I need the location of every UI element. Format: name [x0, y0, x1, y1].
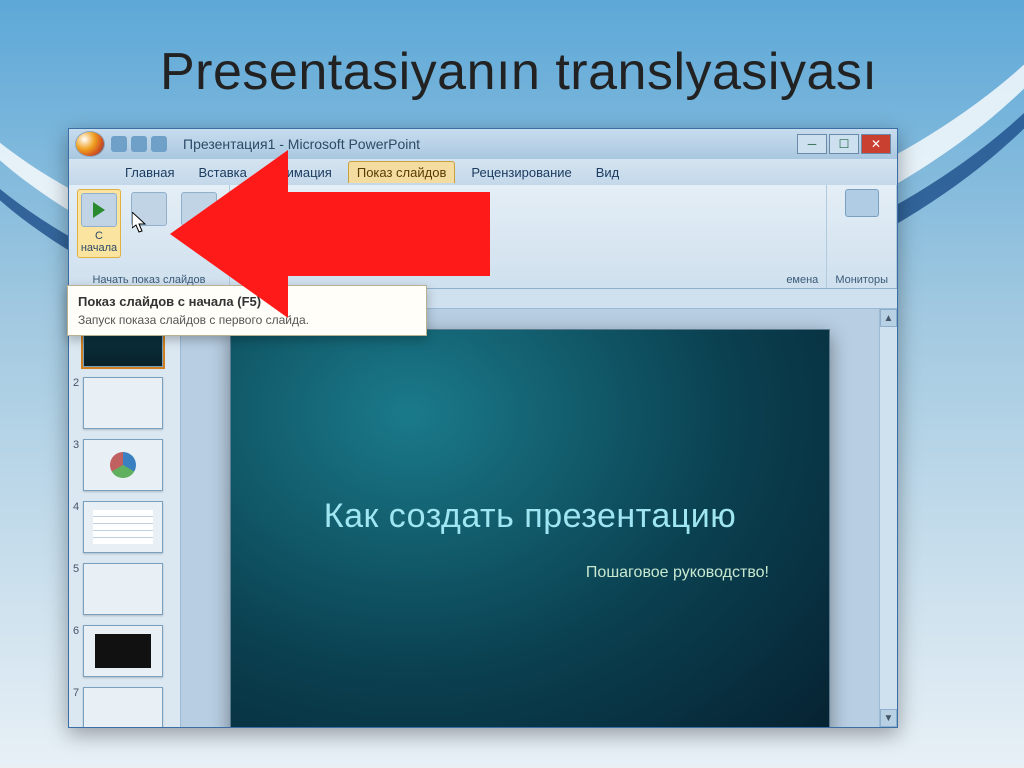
quick-access-toolbar: [111, 136, 167, 152]
ribbon: С начала Начать показ слайдов емена Мони…: [69, 185, 897, 289]
thumb-num: 4: [73, 501, 79, 513]
slides-icon: [181, 192, 217, 226]
thumb-3[interactable]: [83, 439, 163, 491]
thumbnail-panel: 1 2 3 4 5 6 7: [69, 309, 181, 727]
slide-area: Как создать презентацию Пошаговое руково…: [181, 309, 879, 727]
titlebar: Презентация1 - Microsoft PowerPoint ─ ☐ …: [69, 129, 897, 159]
play-icon: [81, 193, 117, 227]
current-slide[interactable]: Как создать презентацию Пошаговое руково…: [230, 329, 830, 727]
custom-show-button[interactable]: [177, 189, 221, 229]
qat-redo-icon[interactable]: [151, 136, 167, 152]
thumb-5[interactable]: [83, 563, 163, 615]
window-title: Презентация1 - Microsoft PowerPoint: [183, 136, 791, 152]
thumb-2[interactable]: [83, 377, 163, 429]
timings-hint: емена: [786, 274, 818, 286]
page-title: Presentasiyanın translyasiyası: [160, 42, 877, 102]
from-current-button[interactable]: [127, 189, 171, 229]
tab-insert[interactable]: Вставка: [190, 162, 254, 183]
thumb-num: 7: [73, 687, 79, 699]
thumb-num: 3: [73, 439, 79, 451]
scroll-down-icon[interactable]: ▼: [880, 709, 897, 727]
slide-subtitle: Пошаговое руководство!: [586, 564, 769, 582]
thumb-4[interactable]: [83, 501, 163, 553]
tab-home[interactable]: Главная: [117, 162, 182, 183]
minimize-button[interactable]: ─: [797, 134, 827, 154]
from-beginning-label: С начала: [81, 230, 117, 254]
powerpoint-window: Презентация1 - Microsoft PowerPoint ─ ☐ …: [68, 128, 898, 728]
thumb-6[interactable]: [83, 625, 163, 677]
from-beginning-button[interactable]: С начала: [77, 189, 121, 258]
qat-save-icon[interactable]: [111, 136, 127, 152]
screen-icon: [131, 192, 167, 226]
ribbon-tabs: Главная Вставка Анимация Показ слайдов Р…: [69, 159, 897, 185]
qat-undo-icon[interactable]: [131, 136, 147, 152]
maximize-button[interactable]: ☐: [829, 134, 859, 154]
close-button[interactable]: ✕: [861, 134, 891, 154]
scroll-up-icon[interactable]: ▲: [880, 309, 897, 327]
monitors-icon[interactable]: [845, 189, 879, 217]
monitors-label: Мониторы: [835, 272, 888, 286]
tooltip: Показ слайдов с начала (F5) Запуск показ…: [67, 285, 427, 336]
tab-animation[interactable]: Анимация: [263, 162, 340, 183]
thumb-num: 5: [73, 563, 79, 575]
window-controls: ─ ☐ ✕: [797, 134, 891, 154]
ribbon-group-setup: емена: [230, 185, 827, 288]
tooltip-body: Запуск показа слайдов с первого слайда.: [78, 313, 416, 327]
vertical-scrollbar[interactable]: ▲ ▼: [879, 309, 897, 727]
scroll-track[interactable]: [880, 327, 897, 709]
tab-review[interactable]: Рецензирование: [463, 162, 579, 183]
tooltip-title: Показ слайдов с начала (F5): [78, 294, 416, 309]
tab-view[interactable]: Вид: [588, 162, 628, 183]
group-start-label: Начать показ слайдов: [92, 272, 205, 286]
thumb-num: 2: [73, 377, 79, 389]
workspace: 1 2 3 4 5 6 7 Как создать презентацию По…: [69, 309, 897, 727]
ribbon-group-start: С начала Начать показ слайдов: [69, 185, 230, 288]
ribbon-group-monitors: Мониторы: [827, 185, 897, 288]
slide-title: Как создать презентацию: [324, 497, 736, 536]
thumb-num: 6: [73, 625, 79, 637]
thumb-7[interactable]: [83, 687, 163, 727]
office-button[interactable]: [75, 131, 105, 157]
tab-slideshow[interactable]: Показ слайдов: [348, 161, 456, 183]
